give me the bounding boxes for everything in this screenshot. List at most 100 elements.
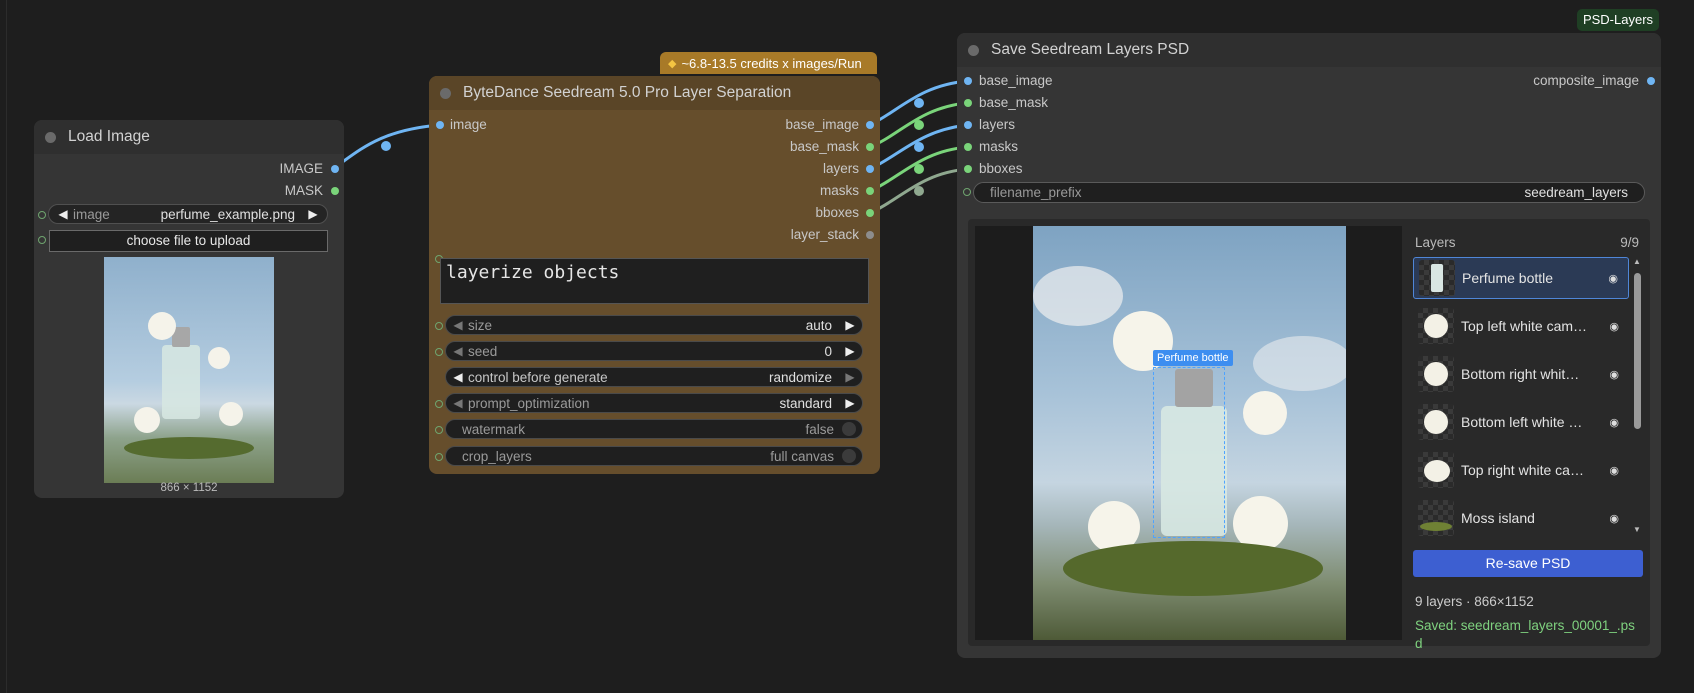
- save-psd-title-bar[interactable]: Save Seedream Layers PSD: [957, 33, 1661, 67]
- increment-arrow-icon[interactable]: ▶: [844, 344, 856, 358]
- layers-count: 9/9: [1620, 235, 1639, 250]
- collapse-dot-icon[interactable]: [45, 131, 56, 143]
- decrement-arrow-icon[interactable]: ◀: [452, 344, 464, 358]
- scroll-down-icon[interactable]: ▼: [1633, 525, 1641, 534]
- layer-name: Moss island: [1461, 510, 1535, 526]
- save-seedream-layers-psd-node[interactable]: Save Seedream Layers PSD base_image base…: [957, 33, 1661, 658]
- next-arrow-icon[interactable]: ▶: [844, 370, 856, 384]
- layer-item-top-left-camellia[interactable]: Top left white cam… ◉: [1413, 305, 1629, 347]
- prev-arrow-icon[interactable]: ◀: [452, 318, 464, 332]
- image-widget-socket[interactable]: [38, 211, 46, 219]
- output-bboxes-label: bboxes: [815, 205, 859, 220]
- collapse-dot-icon[interactable]: [968, 44, 979, 56]
- layer-item-bottom-left-camellia[interactable]: Bottom left white … ◉: [1413, 401, 1629, 443]
- resave-psd-button[interactable]: Re-save PSD: [1413, 550, 1643, 577]
- image-dimensions: 866 × 1152: [160, 482, 218, 494]
- watermark-toggle[interactable]: watermark false: [445, 419, 863, 439]
- toggle-knob-icon[interactable]: [842, 449, 856, 463]
- size-combo[interactable]: ◀ size auto ▶: [445, 315, 863, 335]
- input-image-socket[interactable]: [436, 121, 444, 129]
- bbox-perfume-bottle[interactable]: [1153, 367, 1225, 538]
- crop-layers-toggle[interactable]: crop_layers full canvas: [445, 446, 863, 466]
- collapse-dot-icon[interactable]: [440, 87, 451, 99]
- prev-arrow-icon[interactable]: ◀: [452, 370, 464, 384]
- layer-item-moss-island[interactable]: Moss island ◉: [1413, 497, 1629, 537]
- layer-name: Perfume bottle: [1462, 270, 1554, 286]
- layer-name: Bottom right whit…: [1461, 366, 1580, 382]
- toggle-knob-icon[interactable]: [842, 422, 856, 436]
- output-image-label: IMAGE: [279, 161, 323, 176]
- scrollbar-thumb[interactable]: [1634, 273, 1641, 429]
- layer-item-top-right-camellia[interactable]: Top right white ca… ◉: [1413, 449, 1629, 491]
- seed-number[interactable]: ◀ seed 0 ▶: [445, 341, 863, 361]
- output-masks-label: masks: [819, 183, 859, 198]
- widget-name: filename_prefix: [990, 185, 1082, 200]
- eye-icon[interactable]: ◉: [1609, 464, 1619, 477]
- seedream-layer-separation-node[interactable]: ByteDance Seedream 5.0 Pro Layer Separat…: [429, 76, 880, 474]
- layer-item-perfume-bottle[interactable]: Perfume bottle ◉: [1413, 257, 1629, 299]
- input-base-image-socket[interactable]: [964, 77, 972, 85]
- load-image-title-bar[interactable]: Load Image: [34, 120, 344, 154]
- size-socket[interactable]: [435, 322, 443, 330]
- coin-icon: ◆: [668, 57, 677, 70]
- layers-panel: Layers 9/9 Perfume bottle ◉ Top left whi…: [1413, 226, 1645, 651]
- input-image-label: image: [450, 117, 487, 132]
- node-title: Save Seedream Layers PSD: [991, 41, 1190, 58]
- input-masks-socket[interactable]: [964, 143, 972, 151]
- credits-text: ~6.8-13.5 credits x images/Run: [681, 55, 862, 71]
- eye-icon[interactable]: ◉: [1609, 368, 1619, 381]
- prev-arrow-icon[interactable]: ◀: [452, 396, 464, 410]
- output-composite-image-socket[interactable]: [1647, 77, 1655, 85]
- output-layer-stack-socket[interactable]: [866, 231, 874, 239]
- input-base-mask-label: base_mask: [979, 95, 1049, 110]
- prev-arrow-icon[interactable]: ◀: [57, 207, 69, 221]
- bbox-label: Perfume bottle: [1153, 350, 1233, 366]
- eye-icon[interactable]: ◉: [1609, 320, 1619, 333]
- output-bboxes-socket[interactable]: [866, 209, 874, 217]
- eye-icon[interactable]: ◉: [1609, 416, 1619, 429]
- layer-name: Top left white cam…: [1461, 318, 1588, 334]
- upload-button[interactable]: choose file to upload: [49, 230, 328, 252]
- output-base-image-socket[interactable]: [866, 121, 874, 129]
- scroll-up-icon[interactable]: ▲: [1633, 257, 1641, 266]
- seedream-title-bar[interactable]: ByteDance Seedream 5.0 Pro Layer Separat…: [429, 76, 880, 110]
- output-layers-socket[interactable]: [866, 165, 874, 173]
- next-arrow-icon[interactable]: ▶: [844, 396, 856, 410]
- layer-name: Bottom left white …: [1461, 414, 1583, 430]
- input-base-mask-socket[interactable]: [964, 99, 972, 107]
- input-layers-socket[interactable]: [964, 121, 972, 129]
- prompt-optimization-socket[interactable]: [435, 400, 443, 408]
- output-image-socket[interactable]: [331, 165, 339, 173]
- next-arrow-icon[interactable]: ▶: [844, 318, 856, 332]
- widget-value: seedream_layers: [1524, 185, 1628, 200]
- output-layers-label: layers: [822, 161, 859, 176]
- control-before-generate-combo[interactable]: ◀ control before generate randomize ▶: [445, 367, 863, 387]
- widget-value: false: [805, 421, 834, 437]
- widget-name: image: [73, 206, 110, 222]
- widget-value: perfume_example.png: [160, 206, 295, 222]
- widget-name: control before generate: [468, 369, 608, 385]
- eye-icon[interactable]: ◉: [1609, 512, 1619, 525]
- filename-prefix-field[interactable]: filename_prefix seedream_layers: [973, 182, 1645, 203]
- output-mask-label: MASK: [284, 183, 323, 198]
- eye-icon[interactable]: ◉: [1608, 272, 1618, 285]
- output-base-mask-socket[interactable]: [866, 143, 874, 151]
- watermark-socket[interactable]: [435, 426, 443, 434]
- prompt-optimization-combo[interactable]: ◀ prompt_optimization standard ▶: [445, 393, 863, 413]
- output-masks-socket[interactable]: [866, 187, 874, 195]
- output-layer-stack-label: layer_stack: [790, 227, 859, 242]
- layer-thumbnail: [1418, 356, 1454, 392]
- layer-item-bottom-right-camellia[interactable]: Bottom right whit… ◉: [1413, 353, 1629, 395]
- crop-layers-socket[interactable]: [435, 453, 443, 461]
- prompt-textarea[interactable]: layerize objects: [440, 258, 869, 304]
- upload-widget-socket[interactable]: [38, 236, 46, 244]
- layers-scrollbar[interactable]: ▲ ▼: [1631, 257, 1643, 537]
- input-bboxes-socket[interactable]: [964, 165, 972, 173]
- seed-socket[interactable]: [435, 348, 443, 356]
- widget-value: randomize: [768, 369, 832, 385]
- image-file-combo[interactable]: ◀ image perfume_example.png ▶: [48, 204, 328, 224]
- output-mask-socket[interactable]: [331, 187, 339, 195]
- load-image-node[interactable]: Load Image IMAGE MASK ◀ image perfume_ex…: [34, 120, 344, 498]
- next-arrow-icon[interactable]: ▶: [307, 207, 319, 221]
- filename-prefix-socket[interactable]: [963, 188, 971, 196]
